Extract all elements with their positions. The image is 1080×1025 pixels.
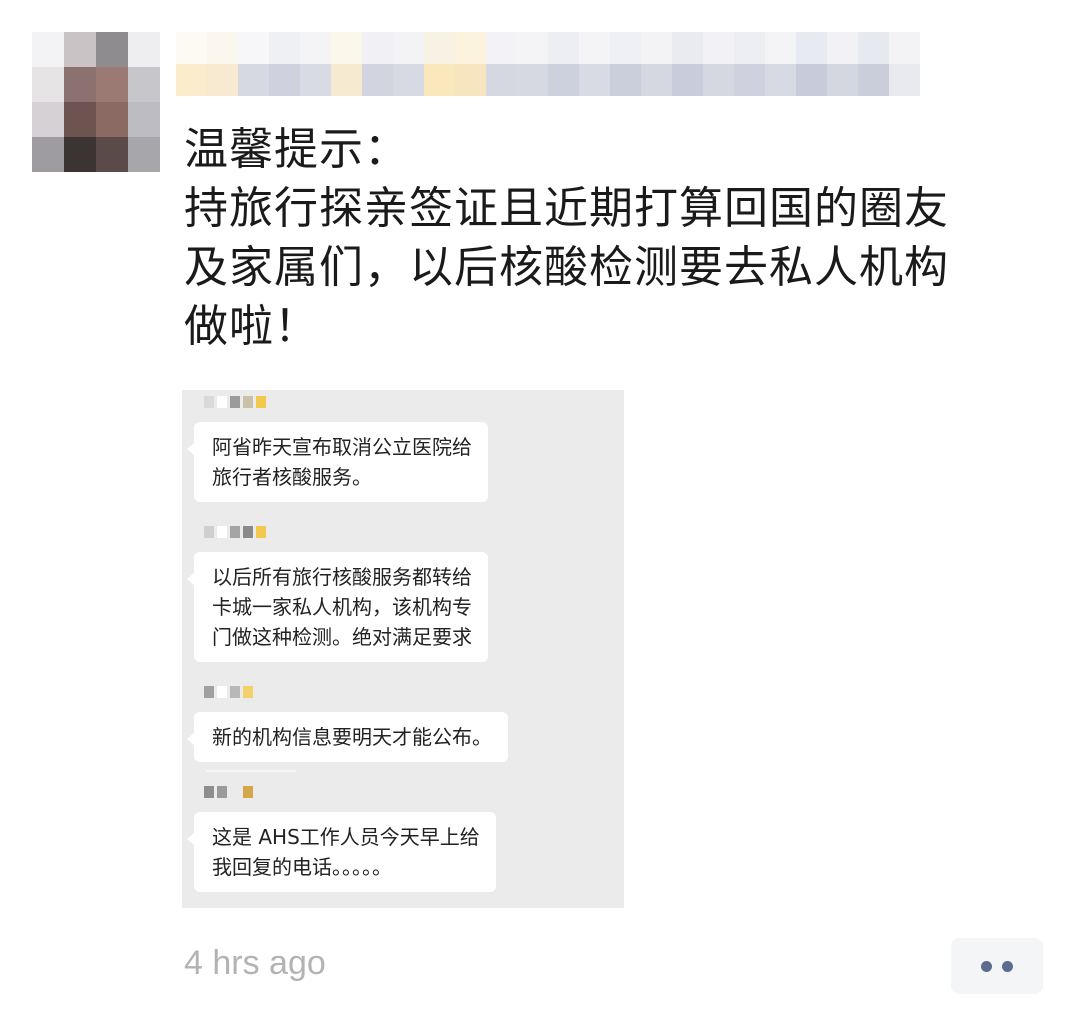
post-line: 做啦！: [184, 301, 319, 352]
post-line: 及家属们，以后核酸检测要去私人机构: [184, 242, 949, 293]
sender-name-blurred: [204, 786, 496, 806]
chat-message: 以后所有旅行核酸服务都转给 卡城一家私人机构，该机构专 门做这种检测。绝对满足要…: [187, 526, 488, 662]
post-text: 温馨提示： 持旅行探亲签证且近期打算回国的圈友 及家属们，以后核酸检测要去私人机…: [184, 120, 1044, 356]
post-line: 持旅行探亲签证且近期打算回国的圈友: [184, 183, 949, 234]
chat-message: 阿省昨天宣布取消公立医院给 旅行者核酸服务。: [187, 396, 488, 502]
chat-bubble: 新的机构信息要明天才能公布。: [187, 712, 508, 762]
avatar[interactable]: [32, 32, 160, 172]
more-dots-icon: [1002, 960, 1013, 972]
chat-message: 新的机构信息要明天才能公布。: [187, 686, 508, 762]
attached-image[interactable]: 阿省昨天宣布取消公立医院给 旅行者核酸服务。 以后所有旅行核酸服务都转给 卡城一…: [182, 390, 624, 908]
chat-bubble: 阿省昨天宣布取消公立医院给 旅行者核酸服务。: [187, 422, 488, 502]
sender-name-blurred: [204, 396, 488, 416]
post-timestamp: 4 hrs ago: [184, 944, 326, 982]
chat-message: 这是 AHS工作人员今天早上给 我回复的电话。。。。。: [187, 786, 496, 892]
chat-bubble: 以后所有旅行核酸服务都转给 卡城一家私人机构，该机构专 门做这种检测。绝对满足要…: [187, 552, 488, 662]
post-line: 温馨提示：: [184, 124, 409, 175]
sender-name-blurred: [204, 686, 508, 706]
sender-name-blurred: [204, 526, 488, 546]
username-blurred[interactable]: [176, 32, 920, 96]
chat-bubble: 这是 AHS工作人员今天早上给 我回复的电话。。。。。: [187, 812, 496, 892]
divider: [206, 770, 296, 772]
more-options-button[interactable]: [951, 938, 1043, 994]
more-dots-icon: [981, 960, 992, 972]
